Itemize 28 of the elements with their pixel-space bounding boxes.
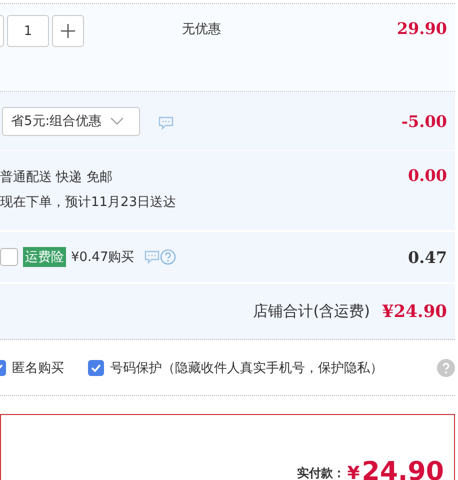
currency-symbol: ¥ [347, 463, 360, 480]
checkbox[interactable] [0, 248, 18, 266]
checkbox[interactable] [88, 360, 104, 376]
discount-dropdown[interactable]: 省5元:组合优惠 [2, 106, 140, 136]
insurance-offer: ¥0.47购买 [71, 249, 134, 266]
price: -5.00 [401, 112, 447, 130]
plus-icon [61, 24, 75, 38]
price: 0.00 [408, 166, 447, 185]
insurance-badge: 运费险 [23, 247, 66, 267]
help-icon[interactable] [160, 249, 176, 265]
chat-icon[interactable] [144, 250, 160, 264]
price: ¥24.90 [382, 302, 447, 322]
promotion-label: 无优惠 [182, 21, 222, 38]
option-label: 号码保护（隐藏收件人真实手机号，保护隐私） [110, 360, 383, 376]
payment-label: 实付款： [297, 465, 346, 480]
shop-total-label: 店铺合计(含运费) [253, 302, 370, 321]
price: 29.90 [396, 19, 447, 38]
plus-button[interactable] [52, 15, 84, 47]
chevron-icon [110, 117, 124, 125]
shipping-method: 普通配送 快递 免邮 [0, 168, 114, 186]
quantity-field[interactable]: 1 [7, 15, 49, 47]
help-icon[interactable] [437, 358, 455, 376]
delivery-estimate: 现在下单，预计11月23日送达 [0, 194, 178, 211]
option-label: 匿名购买 [12, 360, 64, 376]
chat-icon[interactable] [158, 116, 174, 130]
price: 0.47 [408, 248, 447, 266]
payment-amount: 24.90 [362, 459, 444, 480]
check-icon [91, 364, 101, 372]
